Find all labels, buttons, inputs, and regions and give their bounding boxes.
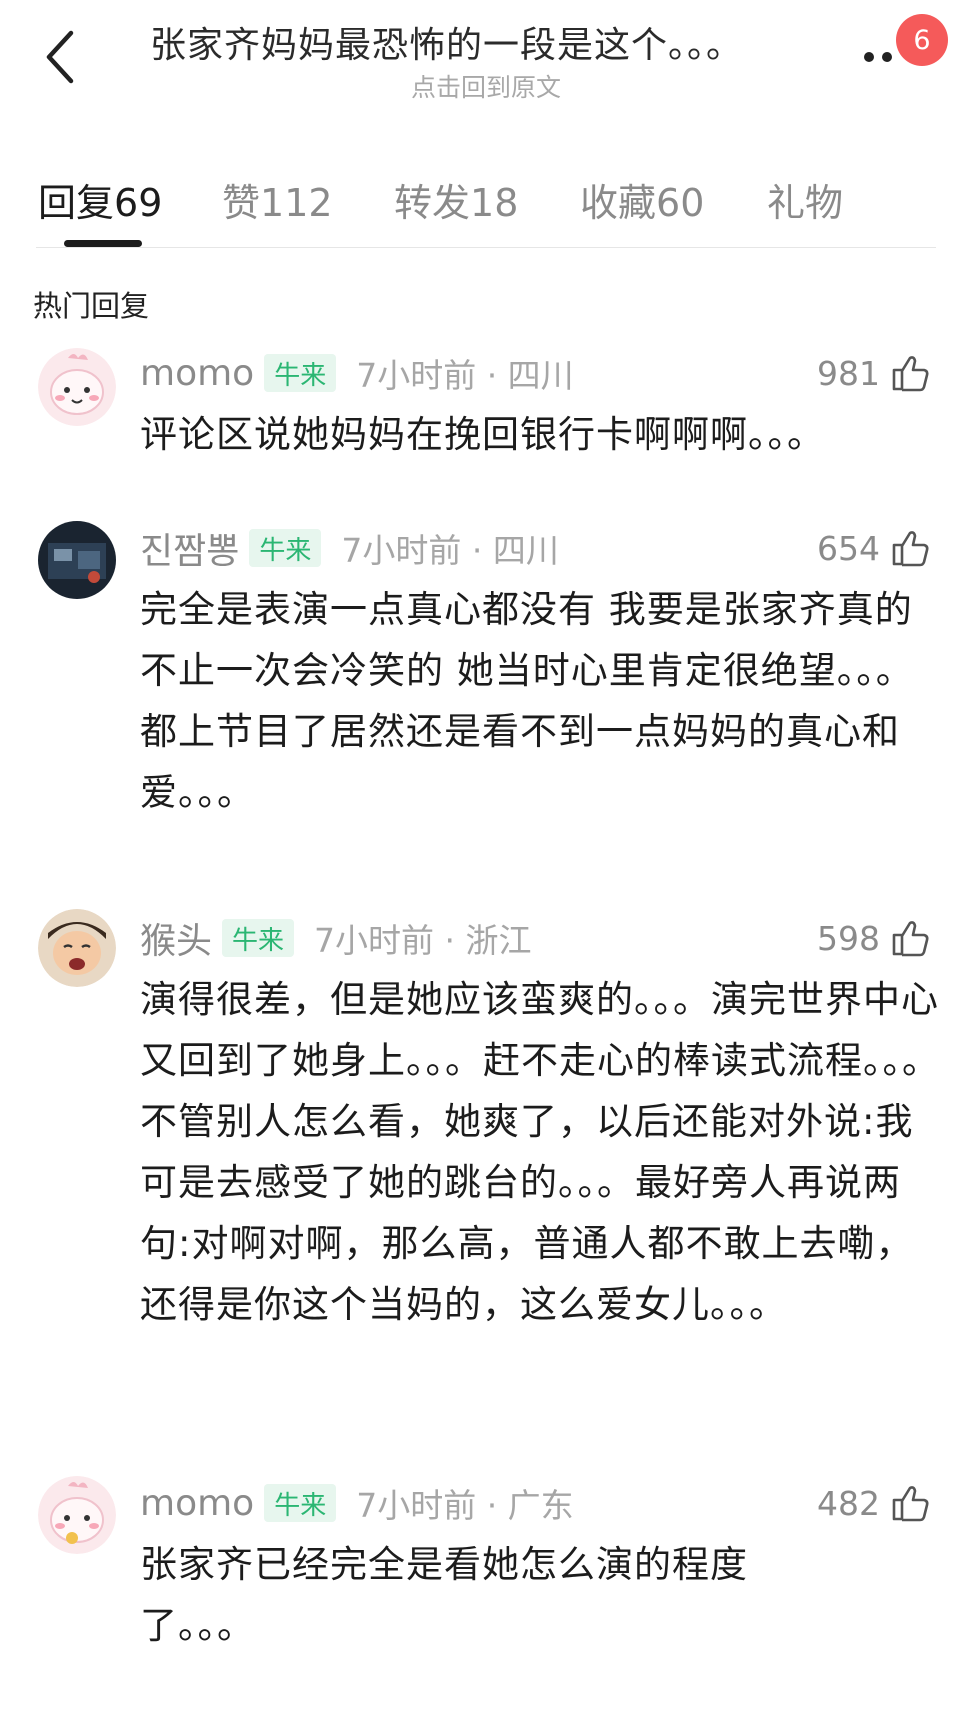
tab-label: 赞 xyxy=(222,181,261,225)
comment-meta: momo 牛来 7小时前 · 广东 xyxy=(140,1480,574,1526)
username[interactable]: 猴头 xyxy=(140,912,212,964)
page-title[interactable]: 张家齐妈妈最恐怖的一段是这个。。。 xyxy=(150,16,810,68)
thumbs-up-icon xyxy=(892,921,929,957)
like-button[interactable]: 598 xyxy=(817,915,930,961)
comment-text: 完全是表演一点真心都没有 我要是张家齐真的不止一次会冷笑的 她当时心里肯定很绝望… xyxy=(140,588,914,814)
avatar[interactable] xyxy=(38,521,116,599)
like-count: 654 xyxy=(817,528,880,568)
username[interactable]: 진짬뽕 xyxy=(140,522,239,574)
user-tag: 牛来 xyxy=(264,354,337,392)
top-bar: 张家齐妈妈最恐怖的一段是这个。。。 点击回到原文 6 xyxy=(0,0,972,120)
tab-favorites[interactable]: 收藏60 xyxy=(580,172,704,227)
tab-count: 60 xyxy=(656,181,705,225)
tab-bar: 回复69 赞112 转发18 收藏60 礼物 xyxy=(36,160,936,250)
comment-meta: 猴头 牛来 7小时前 · 浙江 xyxy=(140,912,532,964)
like-button[interactable]: 482 xyxy=(817,1480,930,1526)
tab-count: 18 xyxy=(470,181,519,225)
tab-count: 69 xyxy=(114,181,163,225)
cartoon-avatar-icon xyxy=(38,348,116,426)
tab-label: 转发 xyxy=(394,181,471,225)
like-count: 482 xyxy=(817,1483,880,1523)
notification-badge: 6 xyxy=(896,14,948,66)
timestamp-location: 7小时前 · 四川 xyxy=(356,356,574,395)
user-tag: 牛来 xyxy=(222,919,295,957)
user-tag: 牛来 xyxy=(249,529,322,567)
timestamp-location: 7小时前 · 四川 xyxy=(341,531,559,570)
like-count: 981 xyxy=(817,353,880,393)
active-tab-indicator xyxy=(64,240,142,247)
tab-label: 收藏 xyxy=(580,181,657,225)
tab-reposts[interactable]: 转发18 xyxy=(394,172,518,227)
comment-meta: momo 牛来 7小时前 · 四川 xyxy=(140,350,574,396)
hot-replies-heading: 热门回复 xyxy=(33,289,150,323)
avatar[interactable] xyxy=(38,909,116,987)
photo-avatar-icon xyxy=(38,521,116,599)
like-button[interactable]: 654 xyxy=(817,525,930,571)
timestamp-location: 7小时前 · 广东 xyxy=(356,1486,574,1525)
user-tag: 牛来 xyxy=(264,1484,337,1522)
thumbs-up-icon xyxy=(892,1486,929,1522)
timestamp-location: 7小时前 · 浙江 xyxy=(314,921,532,960)
cartoon-avatar-icon xyxy=(38,1476,116,1554)
tab-likes[interactable]: 赞112 xyxy=(222,172,333,227)
tab-gifts[interactable]: 礼物 xyxy=(767,172,843,227)
comment-text: 演得很差，但是她应该蛮爽的。。。演完世界中心又回到了她身上。。。赶不走心的棒读式… xyxy=(140,978,940,1326)
back-to-original-link[interactable]: 点击回到原文 xyxy=(0,68,972,104)
like-button[interactable]: 981 xyxy=(817,350,930,396)
tab-label: 礼物 xyxy=(767,181,844,225)
like-count: 598 xyxy=(817,918,880,958)
tab-replies[interactable]: 回复69 xyxy=(38,172,162,227)
comment-text: 评论区说她妈妈在挽回银行卡啊啊啊。。。 xyxy=(140,413,825,456)
crying-kid-avatar-icon xyxy=(38,909,116,987)
tab-count: 112 xyxy=(260,181,333,225)
thumbs-up-icon xyxy=(892,531,929,567)
comment-meta: 진짬뽕 牛来 7小时前 · 四川 xyxy=(140,522,559,574)
tab-label: 回复 xyxy=(38,181,115,225)
avatar[interactable] xyxy=(38,348,116,426)
username[interactable]: momo xyxy=(140,1483,254,1524)
thumbs-up-icon xyxy=(892,356,929,392)
comment-text: 张家齐已经完全是看她怎么演的程度了。。。 xyxy=(140,1543,748,1647)
username[interactable]: momo xyxy=(140,353,254,394)
avatar[interactable] xyxy=(38,1476,116,1554)
tabs-divider xyxy=(36,247,936,248)
